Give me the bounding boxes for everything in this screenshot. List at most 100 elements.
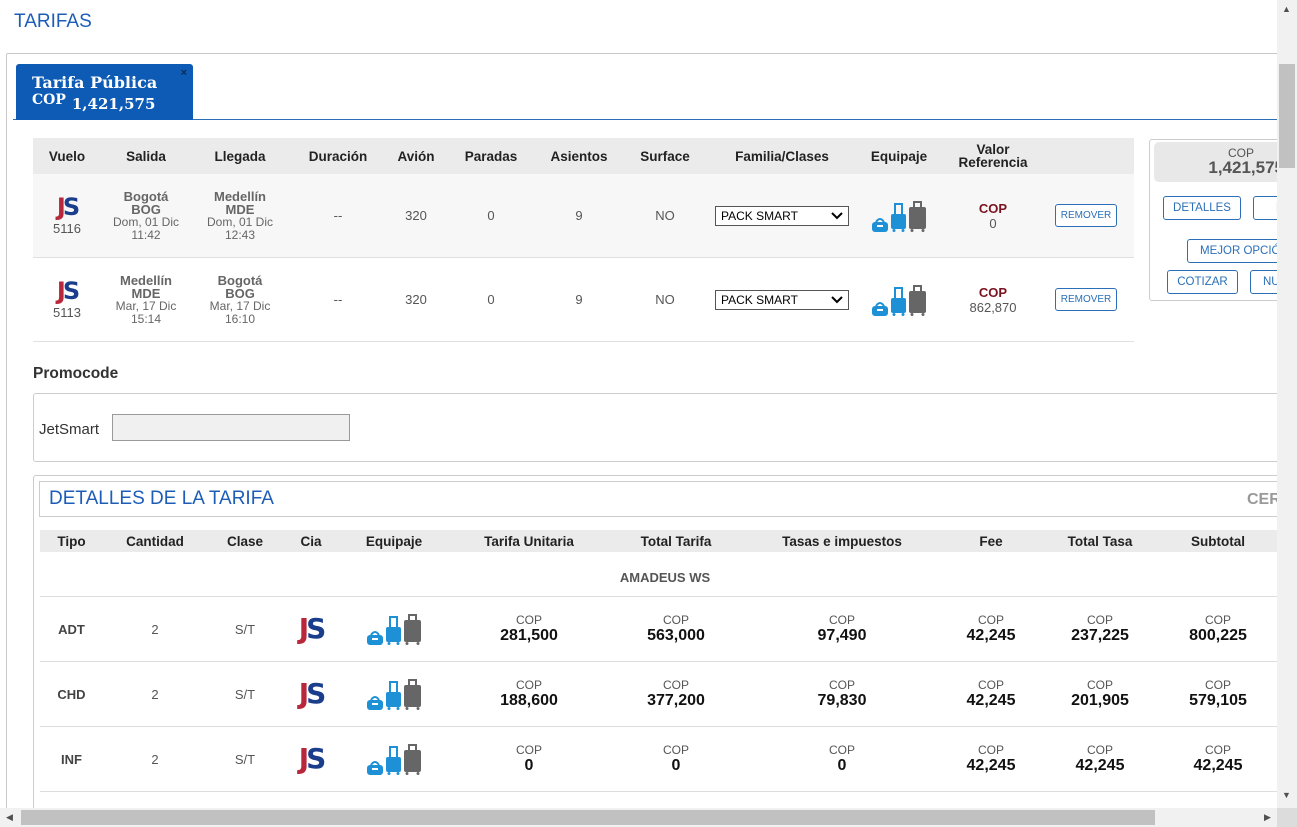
fare-details-header: DETALLES DE LA TARIFA CER <box>39 481 1277 517</box>
fare-details-title: DETALLES DE LA TARIFA <box>49 488 274 509</box>
scrollbar-corner <box>1277 808 1297 827</box>
departure-city: Bogotá <box>123 188 169 204</box>
pax-type: ADT <box>58 621 85 637</box>
airline-cell: JS <box>283 615 339 643</box>
subtotal: COP 800,225 <box>1189 612 1247 644</box>
header-equipaje: Equipaje <box>870 148 928 164</box>
stops: 0 <box>487 208 495 223</box>
airline-logo: JS <box>56 193 80 221</box>
remove-button[interactable]: REMOVER <box>1054 288 1118 311</box>
pax-quantity: 2 <box>151 686 159 702</box>
arrival-code: MDE <box>225 201 255 217</box>
airline-logo: JS <box>298 742 327 775</box>
mejor-opcion-button[interactable]: MEJOR OPCIÓN <box>1187 239 1277 263</box>
table-row: CHD 2 S/T JS COP 188,600 COP 377,200 COP 79… <box>40 662 1277 727</box>
header-salida: Salida <box>126 148 166 164</box>
fee: COP 42,245 <box>966 742 1016 774</box>
baggage-icons <box>339 678 449 710</box>
family-cell: PACK SMART <box>709 289 855 310</box>
header-llegada: Llegada <box>214 148 266 164</box>
stops: 0 <box>487 292 495 307</box>
detalles-button[interactable]: DETALLES <box>1163 196 1241 220</box>
close-details-button[interactable]: CER <box>1247 491 1277 509</box>
app-viewport: TARIFAS Tarifa Pública COP 1,421,575 × Vu… <box>0 0 1277 808</box>
arrival-cell: Bogotá BOG Mar, 17 Dic 16:10 <box>191 274 289 326</box>
total-tax: COP 42,245 <box>1075 742 1125 774</box>
total-tax: COP 201,905 <box>1071 677 1129 709</box>
reference-value: COP 0 <box>943 201 1043 231</box>
scroll-up-icon[interactable]: ▲ <box>1282 4 1291 14</box>
promocode-input[interactable] <box>112 414 350 441</box>
family-select[interactable]: PACK SMART <box>715 205 849 226</box>
bag-small-icon <box>367 631 383 645</box>
departure-cell: Medellín MDE Mar, 17 Dic 15:14 <box>101 274 191 326</box>
header-vuelo: Vuelo <box>48 148 86 164</box>
vertical-scroll-thumb[interactable] <box>1279 64 1295 168</box>
surface: NO <box>655 208 675 223</box>
baggage-icons <box>855 200 943 232</box>
tab-tarifa-publica[interactable]: Tarifa Pública COP 1,421,575 × <box>16 64 193 120</box>
total-tax: COP 237,225 <box>1071 612 1129 644</box>
header-cantidad: Cantidad <box>126 533 184 549</box>
header-valor: Valor Referencia <box>958 142 1028 170</box>
flight-number: 5116 <box>53 221 81 236</box>
bag-small-icon <box>367 696 383 710</box>
scroll-left-icon[interactable]: ◀ <box>6 812 13 823</box>
airline-cell: JS <box>283 742 339 775</box>
header-tasas: Tasas e impuestos <box>782 533 902 549</box>
flights-table: Vuelo Salida Llegada Duración Avión Para… <box>33 138 1134 342</box>
header-surface: Surface <box>640 148 690 164</box>
airline-cell: JS <box>283 680 339 708</box>
nu-button[interactable]: NU <box>1250 270 1277 294</box>
bag-small-icon <box>872 217 888 232</box>
scroll-right-icon[interactable]: ▶ <box>1264 812 1271 823</box>
page-title: TARIFAS <box>14 11 92 32</box>
checked-luggage-icon <box>909 200 926 232</box>
close-icon[interactable]: × <box>181 67 187 79</box>
summary-amount: 1,421,575 <box>1208 158 1277 177</box>
subtotal: COP 42,245 <box>1193 742 1243 774</box>
horizontal-scroll-thumb[interactable] <box>21 810 1155 825</box>
summary-total: COP 1,421,575 <box>1154 142 1277 182</box>
tab-total: 1,421,575 <box>71 95 156 113</box>
departure-date: Mar, 17 Dic <box>115 298 177 313</box>
pax-class: S/T <box>234 751 256 767</box>
re-button[interactable]: RE <box>1253 196 1277 220</box>
baggage-cell <box>339 613 449 645</box>
departure-code: MDE <box>131 285 161 301</box>
header-duracion: Duración <box>308 148 368 164</box>
remove-button[interactable]: REMOVER <box>1054 204 1118 227</box>
checked-luggage-icon <box>404 614 421 645</box>
carry-on-icon <box>386 746 401 775</box>
checked-luggage-icon <box>404 679 421 710</box>
header-fee: Fee <box>979 533 1003 549</box>
pax-quantity: 2 <box>151 751 159 767</box>
departure-date: Dom, 01 Dic <box>112 214 180 229</box>
promocode-box: JetSmart <box>33 393 1277 462</box>
tab-amount: COP 1,421,575 <box>32 90 193 113</box>
fare-tab-strip: Tarifa Pública COP 1,421,575 × <box>13 62 1277 120</box>
reference-currency: COP <box>978 284 1008 300</box>
cotizar-button[interactable]: COTIZAR <box>1167 270 1238 294</box>
bag-small-icon <box>872 301 888 316</box>
header-subtotal: Subtotal <box>1191 533 1245 549</box>
baggage-icons <box>339 613 449 645</box>
header-total-tasa: Total Tasa <box>1067 533 1133 549</box>
summary-panel: COP 1,421,575 DETALLES RE MEJOR OPCIÓN C… <box>1149 139 1277 301</box>
baggage-cell <box>339 678 449 710</box>
subtotal: COP 579,105 <box>1189 677 1247 709</box>
pax-type: INF <box>61 751 82 767</box>
scroll-down-icon[interactable]: ▼ <box>1282 790 1291 800</box>
carry-on-icon <box>891 202 906 232</box>
pax-class: S/T <box>234 686 256 702</box>
header-clase: Clase <box>226 533 264 549</box>
header-tipo: Tipo <box>57 533 86 549</box>
family-select[interactable]: PACK SMART <box>715 289 849 310</box>
header-paradas: Paradas <box>464 148 518 164</box>
table-row: INF 2 S/T JS COP 0 COP 0 COP 0 COP 42,245 CO… <box>40 727 1277 792</box>
departure-time: 15:14 <box>130 311 162 326</box>
aircraft: 320 <box>405 208 427 223</box>
arrival-city: Medellín <box>213 188 266 204</box>
taxes: COP 0 <box>828 742 855 774</box>
fee: COP 42,245 <box>966 677 1016 709</box>
